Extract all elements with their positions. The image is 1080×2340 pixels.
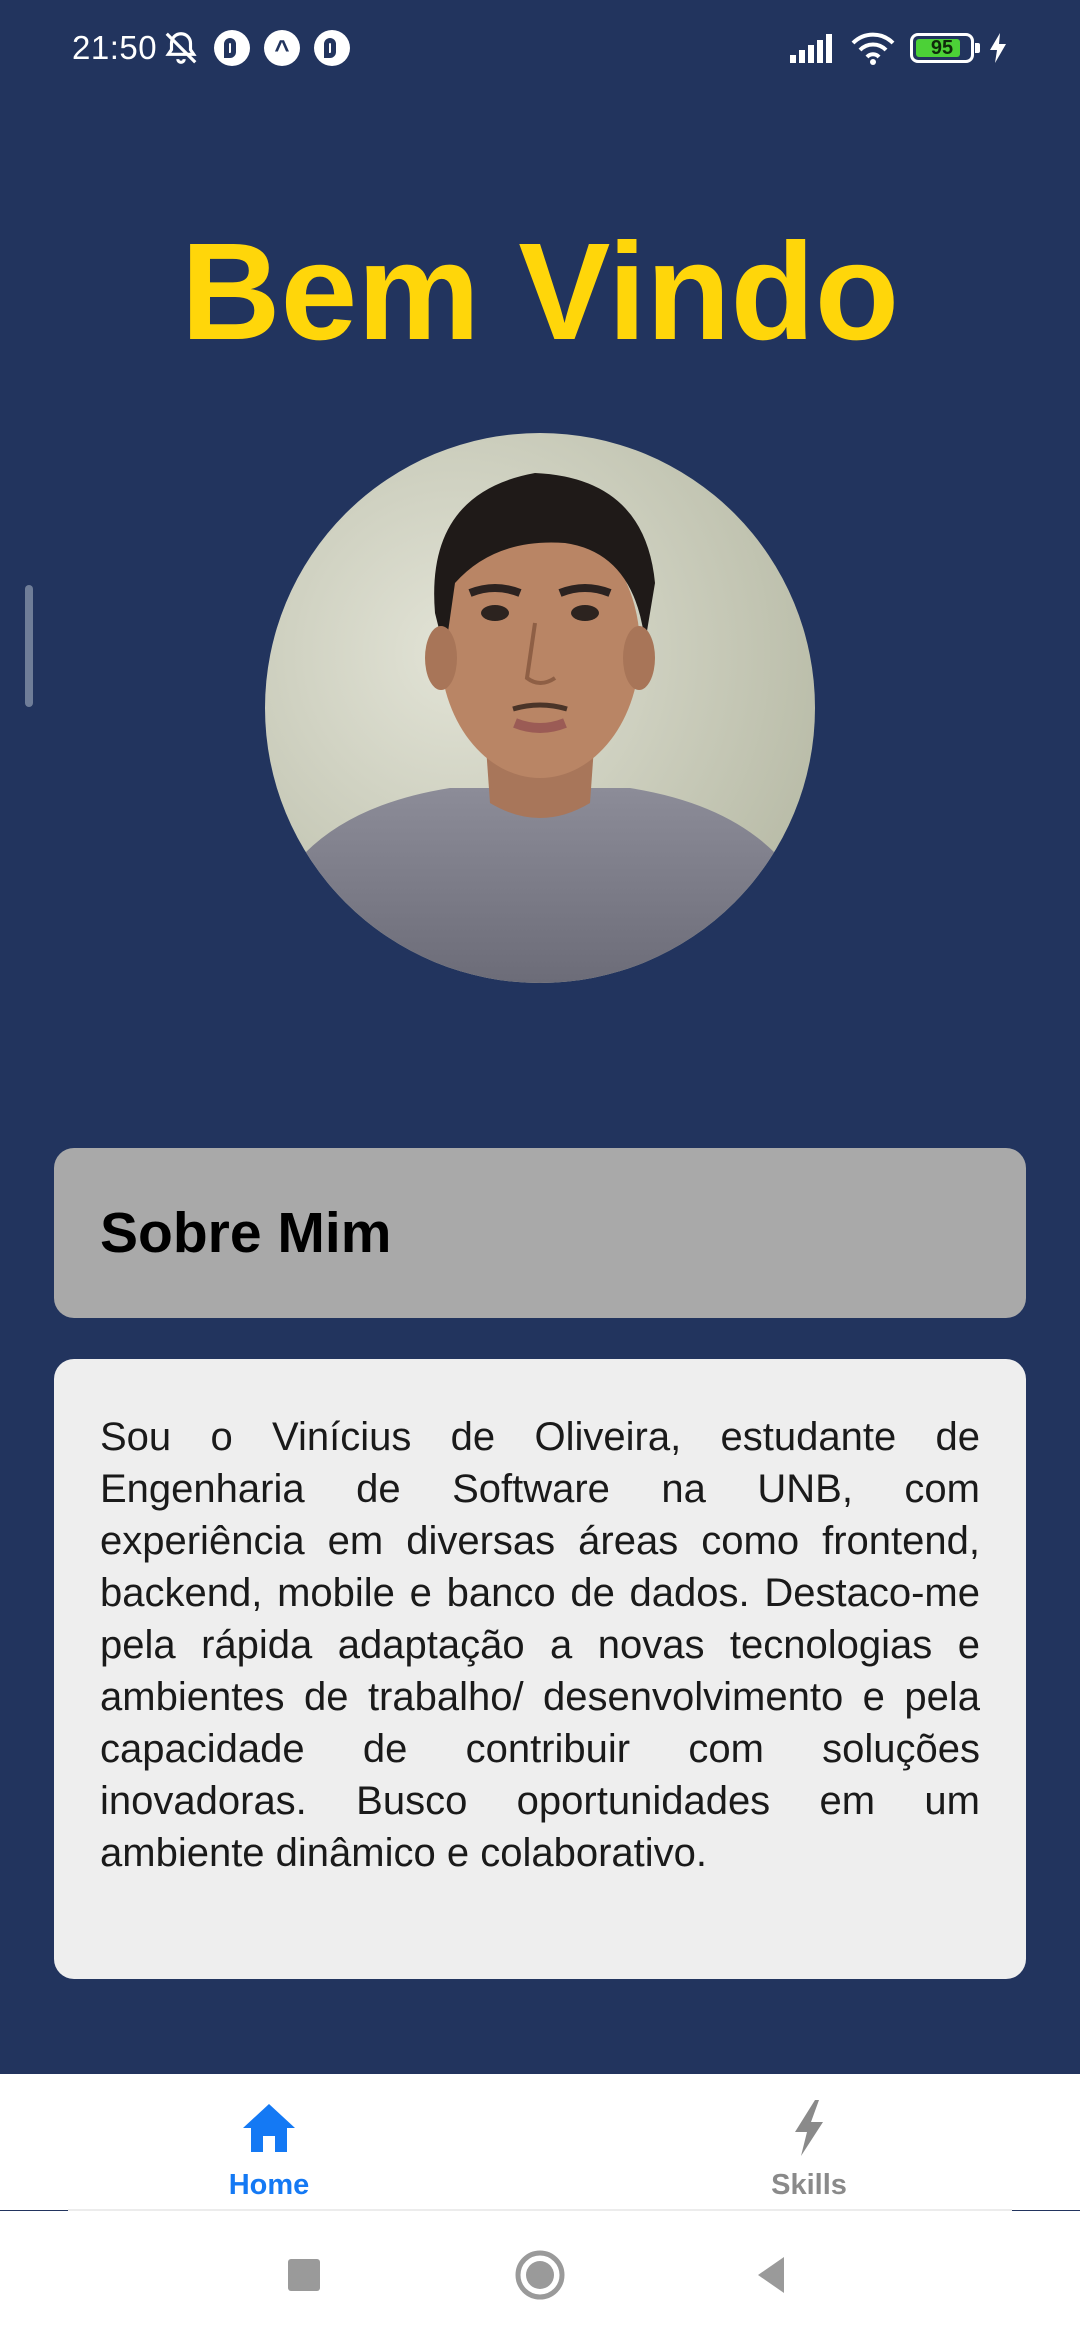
- system-navigation-bar: [0, 2211, 1080, 2340]
- status-time: 21:50: [72, 29, 158, 66]
- status-system-icons: 95: [788, 28, 1008, 68]
- about-body-text: Sou o Vinícius de Oliveira, estudante de…: [100, 1415, 980, 1875]
- about-header-title: Sobre Mim: [100, 1201, 392, 1265]
- status-bar: 21:50 ^ 95: [0, 0, 1080, 96]
- home-icon: [243, 2104, 295, 2152]
- notification-app-icon: [214, 30, 250, 66]
- about-header-card: Sobre Mim: [54, 1148, 1026, 1318]
- profile-photo: [265, 433, 815, 983]
- tab-skills[interactable]: Skills: [659, 2074, 959, 2210]
- signal-icon: [790, 34, 832, 63]
- recent-apps-icon[interactable]: [274, 2245, 334, 2305]
- page-title: Bem Vindo: [180, 215, 900, 369]
- caret-up-icon: ^: [264, 30, 300, 66]
- back-triangle-icon[interactable]: [744, 2245, 804, 2305]
- tab-home-label: Home: [228, 2169, 310, 2201]
- home-circle-icon[interactable]: [510, 2245, 570, 2305]
- bottom-tab-bar: Home Skills: [0, 2074, 1080, 2210]
- status-notification-icons: ^: [162, 28, 350, 68]
- bell-off-icon: [165, 32, 197, 64]
- tab-skills-label: Skills: [771, 2169, 847, 2201]
- bolt-icon: [795, 2100, 823, 2156]
- wifi-icon: [851, 32, 895, 65]
- battery-cap: [975, 43, 980, 53]
- scroll-indicator[interactable]: [25, 585, 33, 707]
- avatar: [265, 433, 815, 983]
- charging-bolt-icon: [990, 33, 1006, 63]
- battery-icon: 95: [910, 33, 980, 63]
- notification-app-icon: [314, 30, 350, 66]
- battery-level: 95: [930, 37, 954, 59]
- about-body-card: Sou o Vinícius de Oliveira, estudante de…: [54, 1359, 1026, 1979]
- tab-home[interactable]: Home: [119, 2074, 419, 2210]
